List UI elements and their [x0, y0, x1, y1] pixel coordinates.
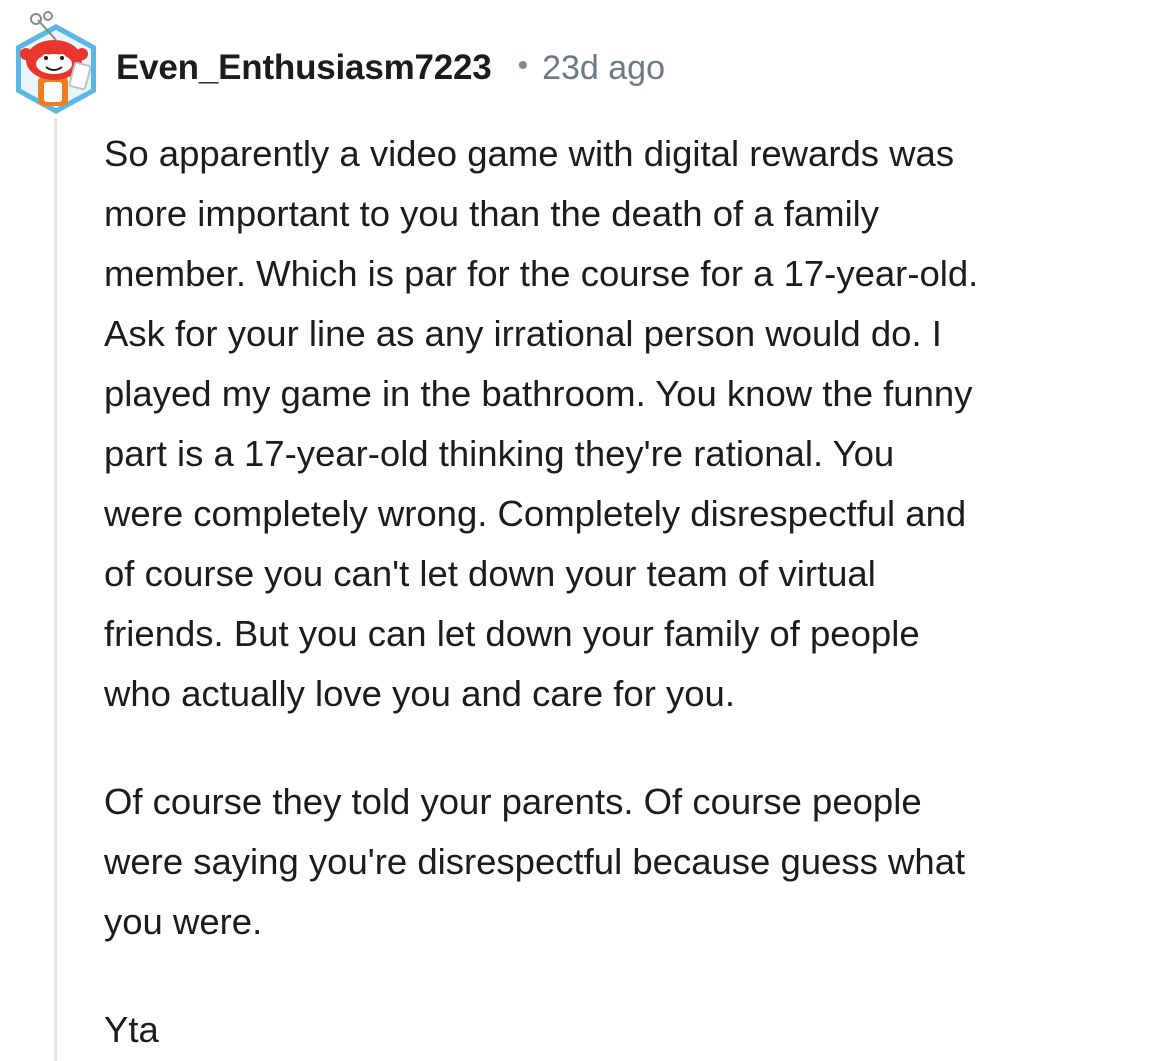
thread-line[interactable]: [54, 118, 57, 1061]
comment-line: member. Which is par for the course for …: [104, 253, 979, 294]
comment-line: So apparently a video game with digital …: [104, 133, 955, 174]
comment-line: friends. But you can let down your famil…: [104, 613, 920, 654]
comment-line: you were.: [104, 901, 263, 942]
paragraph-1: So apparently a video game with digital …: [104, 124, 1160, 724]
comment-header: Even_Enthusiasm7223 • 23d ago: [116, 44, 665, 92]
comment-line: Ask for your line as any irrational pers…: [104, 313, 942, 354]
comment-line: were completely wrong. Completely disres…: [104, 493, 967, 534]
paragraph-3: Yta: [104, 1000, 1160, 1060]
comment-line: Of course they told your parents. Of cou…: [104, 781, 922, 822]
comment-line: who actually love you and care for you.: [104, 673, 735, 714]
comment-line: Yta: [104, 1009, 159, 1050]
user-avatar[interactable]: [8, 10, 104, 118]
comment-timestamp[interactable]: 23d ago: [542, 49, 665, 88]
comment-line: of course you can't let down your team o…: [104, 553, 876, 594]
author-username[interactable]: Even_Enthusiasm7223: [116, 48, 492, 88]
meta-separator: •: [517, 49, 529, 82]
snoo-avatar-icon: [16, 11, 96, 114]
paragraph-2: Of course they told your parents. Of cou…: [104, 772, 1160, 952]
comment-line: played my game in the bathroom. You know…: [104, 373, 973, 414]
comment-line: were saying you're disrespectful because…: [104, 841, 966, 882]
comment-line: part is a 17-year-old thinking they're r…: [104, 433, 895, 474]
comment-line: more important to you than the death of …: [104, 193, 880, 234]
comment-body: So apparently a video game with digital …: [104, 124, 1160, 1060]
